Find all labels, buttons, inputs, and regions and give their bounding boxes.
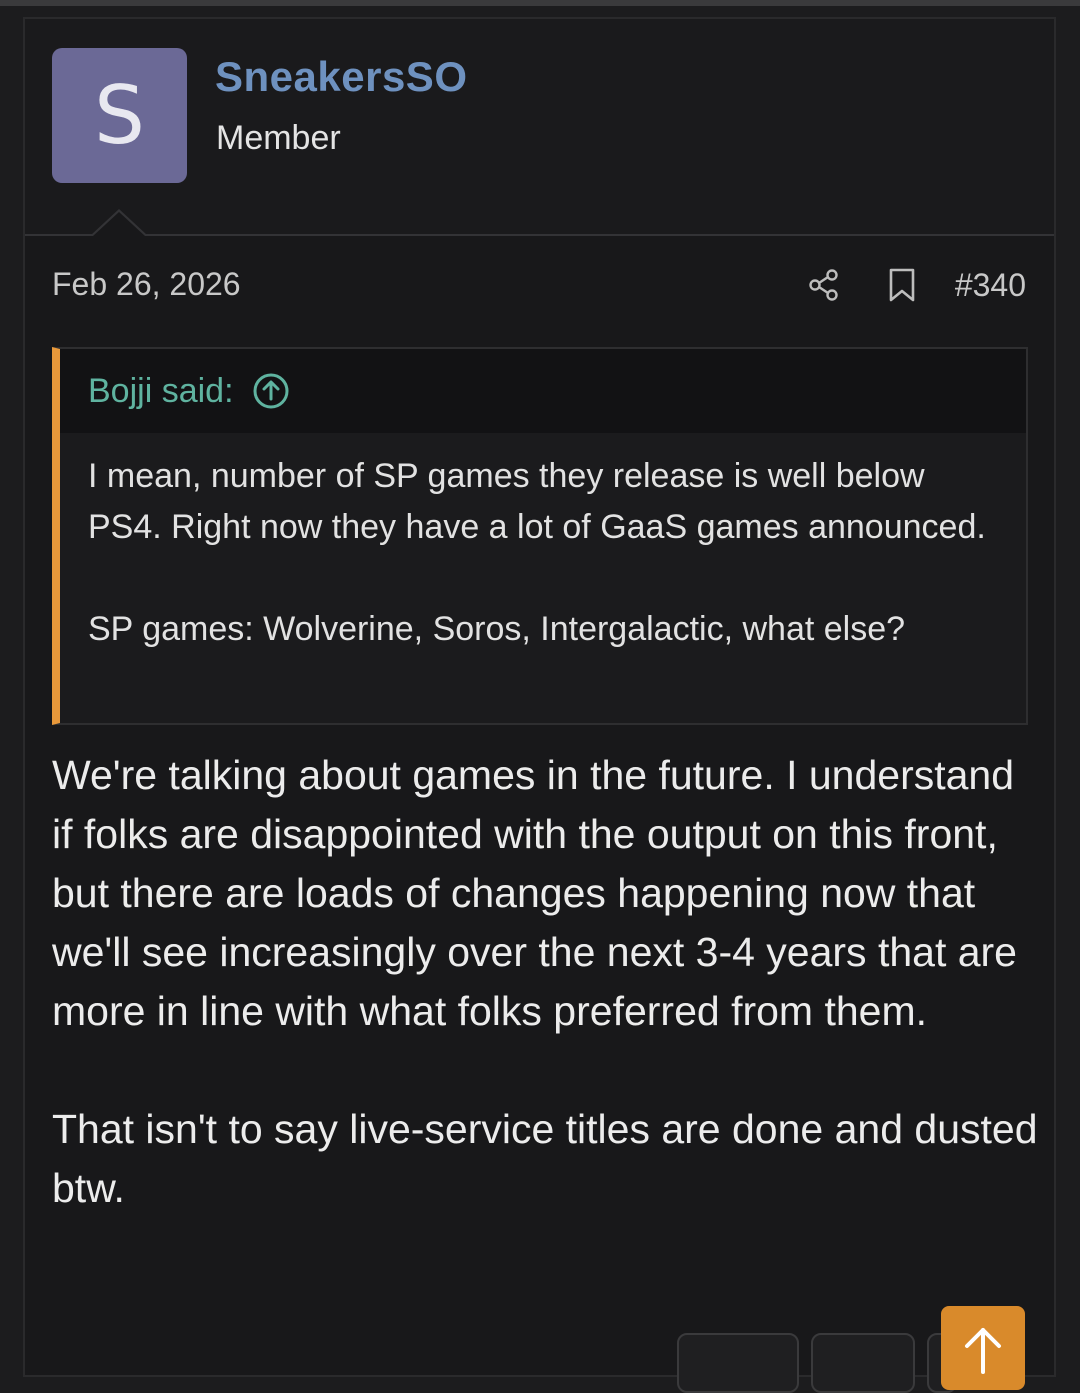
message-paragraph: That isn't to say live-service titles ar… (52, 1106, 1038, 1211)
reaction-chip[interactable] (677, 1333, 799, 1393)
avatar[interactable]: S (52, 48, 187, 183)
top-strip (0, 0, 1080, 6)
quote-header: Bojji said: (60, 349, 1026, 433)
username-link[interactable]: SneakersSO (215, 53, 468, 101)
quote-paragraph: SP games: Wolverine, Soros, Intergalacti… (88, 610, 906, 648)
post-actions: #340 (799, 263, 1026, 307)
scroll-to-top-button[interactable] (941, 1306, 1025, 1390)
quote-content: I mean, number of SP games they release … (60, 433, 1026, 655)
message-paragraph: We're talking about games in the future.… (52, 752, 1017, 1034)
reaction-bar (677, 1333, 957, 1393)
arrow-up-icon (965, 1328, 1001, 1374)
post-date[interactable]: Feb 26, 2026 (52, 266, 241, 303)
post-message: We're talking about games in the future.… (52, 746, 1042, 1218)
quote-block: Bojji said: I mean, number of SP games t… (52, 347, 1028, 725)
user-title: Member (216, 119, 341, 157)
reaction-chip[interactable] (811, 1333, 915, 1393)
quote-paragraph: I mean, number of SP games they release … (88, 457, 986, 546)
avatar-letter: S (94, 69, 145, 162)
quote-author-link[interactable]: Bojji said: (88, 372, 234, 411)
arrow-up-circle-icon[interactable] (252, 372, 290, 410)
post-number-link[interactable]: #340 (955, 267, 1026, 304)
share-icon[interactable] (799, 263, 849, 307)
user-block-arrow-inner (93, 212, 145, 236)
bookmark-icon[interactable] (877, 263, 927, 307)
forum-post: S SneakersSO Member Feb 26, 2026 #340 Bo… (23, 17, 1056, 1393)
post-user-block: S SneakersSO Member (25, 19, 1054, 236)
